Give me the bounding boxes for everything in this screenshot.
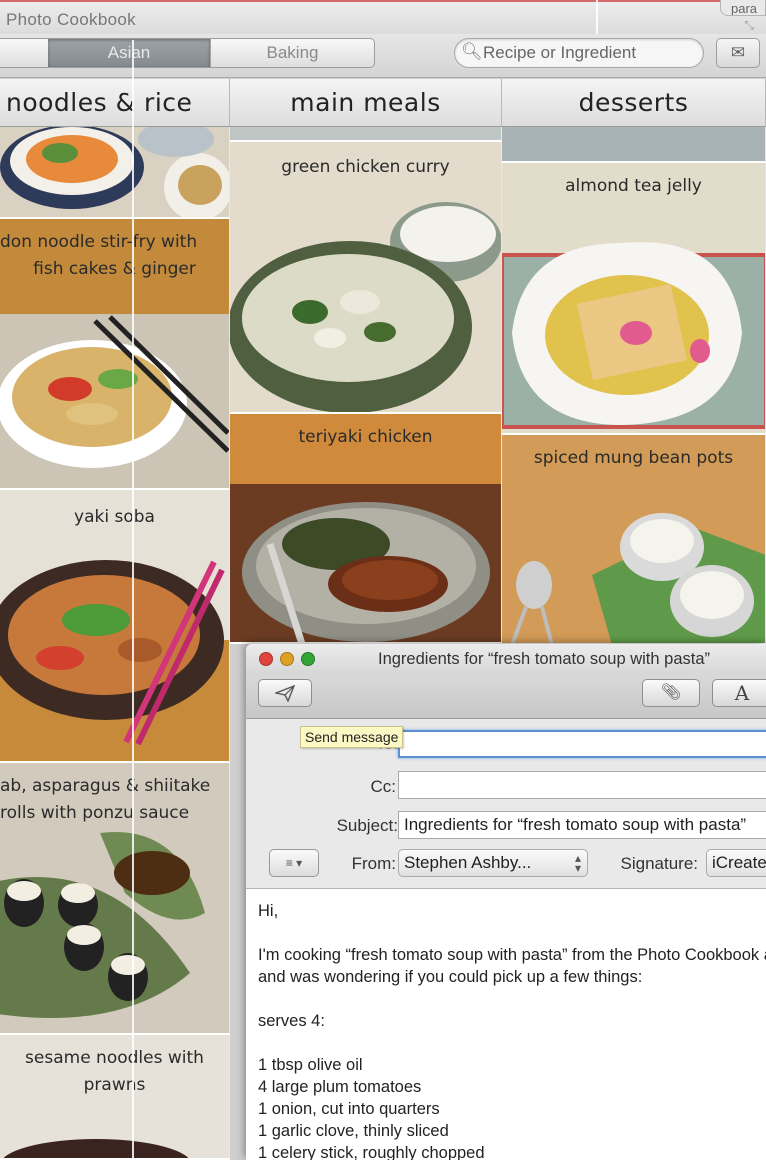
recipe-title-udon: don noodle stir-fry with [0,232,198,252]
recipe-tile-sushi-rolls[interactable]: ab, asparagus & shiitake rolls with ponz… [0,763,230,1035]
subject-field[interactable]: Ingredients for “fresh tomato soup with … [398,811,766,839]
recipe-subtitle-sesame: prawns [83,1075,146,1095]
recipe-title-sesame: sesame noodles with [25,1048,204,1068]
ingredient-line: 1 tbsp olive oil [258,1056,363,1074]
almond-jelly-photo [502,163,765,433]
column-header-desserts: desserts [502,79,766,127]
recipe-tile-partial-dessert[interactable] [502,127,766,163]
recipe-title-teriyaki: teriyaki chicken [298,427,433,447]
body-intro-line2: and was wondering if you could pick up a… [258,968,643,986]
ingredient-line: 1 onion, cut into quarters [258,1100,440,1118]
mail-button[interactable]: ✉ [716,38,760,68]
compose-window-title: Ingredients for “fresh tomato soup with … [378,650,710,668]
to-field[interactable] [398,730,766,758]
send-message-tooltip: Send message [300,726,404,748]
ingredient-line: 1 celery stick, roughly chopped [258,1144,485,1160]
tab-asian[interactable]: Asian [48,39,210,67]
recipe-tile-salad[interactable] [0,127,230,219]
message-body[interactable]: Hi, I'm cooking “fresh tomato soup with … [258,900,766,1160]
compose-window: Ingredients for “fresh tomato soup with … [246,644,766,1160]
recipe-title-mung: spiced mung bean pots [533,448,734,468]
recipe-tile-almond-tea-jelly[interactable]: almond tea jelly [502,163,766,435]
ingredient-line: 1 garlic clove, thinly sliced [258,1122,449,1140]
toolbar: Asian Baking 🔍︎ ✉ [0,34,766,78]
corner-tab[interactable]: para [720,0,766,16]
minimize-button[interactable] [280,652,294,666]
send-button[interactable] [258,679,312,707]
paperclip-icon: 📎︎ [660,684,682,701]
from-select[interactable]: Stephen Ashby... ▴ ▾ [398,849,588,877]
compose-title-bar[interactable]: Ingredients for “fresh tomato soup with … [246,644,766,674]
recipe-tile-mung-bean-pots[interactable]: spiced mung bean pots [502,435,766,645]
paper-plane-icon [273,684,296,703]
header-options-button[interactable]: ≡ ▾ [269,849,319,877]
recipe-tile-teriyaki[interactable]: teriyaki chicken [230,414,502,644]
recipe-title-yaki-soba: yaki soba [74,507,155,527]
body-serves: serves 4: [258,1012,325,1030]
recipe-tile-sesame-noodles[interactable]: sesame noodles with prawns [0,1035,230,1160]
salad-photo [0,127,229,217]
body-intro-line1: I'm cooking “fresh tomato soup with past… [258,946,766,964]
from-value: Stephen Ashby... [404,853,532,872]
recipe-tile-udon[interactable]: don noodle stir-fry with fish cakes & gi… [0,219,230,490]
search-input[interactable] [483,40,693,66]
cursor-guide-line [596,0,598,38]
cc-label: Cc: [370,777,397,796]
tab-baking[interactable]: Baking [210,39,374,67]
green-curry-photo [230,142,501,412]
column-header-noodles-rice: noodles & rice [0,79,230,127]
recipe-title-almond: almond tea jelly [565,176,702,196]
zoom-button[interactable] [301,652,315,666]
from-label: From: [351,854,396,873]
recipe-title-sushi: ab, asparagus & shiitake [0,776,211,796]
cc-field[interactable] [398,771,766,799]
recipe-subtitle-sushi: rolls with ponzu sauce [0,803,190,823]
column-header-main-meals: main meals [230,79,502,127]
ingredient-line: 4 large plum tomatoes [258,1078,422,1096]
recipe-title-green-curry: green chicken curry [281,157,450,177]
category-segmented-control: Asian Baking [0,38,375,68]
subject-label: Subject: [336,816,398,835]
signature-label: Signature: [620,854,699,873]
list-icon: ≡ ▾ [285,856,303,870]
body-greeting: Hi, [258,902,279,920]
recipe-tile-yaki-soba[interactable]: yaki soba [0,490,230,763]
close-button[interactable] [259,652,273,666]
search-field[interactable]: 🔍︎ [454,38,704,68]
envelope-icon: ✉ [730,43,746,62]
app-title: Photo Cookbook [6,10,136,29]
cursor-guide-line-vertical [132,40,134,1160]
search-icon: 🔍︎ [461,42,483,61]
recipe-subtitle-udon: fish cakes & ginger [33,259,196,279]
resize-icon[interactable]: ⤡ [744,18,754,33]
compose-toolbar: 📎︎ A [246,674,766,719]
recipe-tile-partial[interactable] [230,127,502,142]
format-button[interactable]: A [712,679,766,707]
popup-arrows-icon: ▴ ▾ [574,851,581,875]
app-title-bar: Photo Cookbook para ⤡ [0,0,766,34]
recipe-tile-green-curry[interactable]: green chicken curry [230,142,502,414]
signature-select[interactable]: iCreate [706,849,766,877]
attach-button[interactable]: 📎︎ [642,679,700,707]
